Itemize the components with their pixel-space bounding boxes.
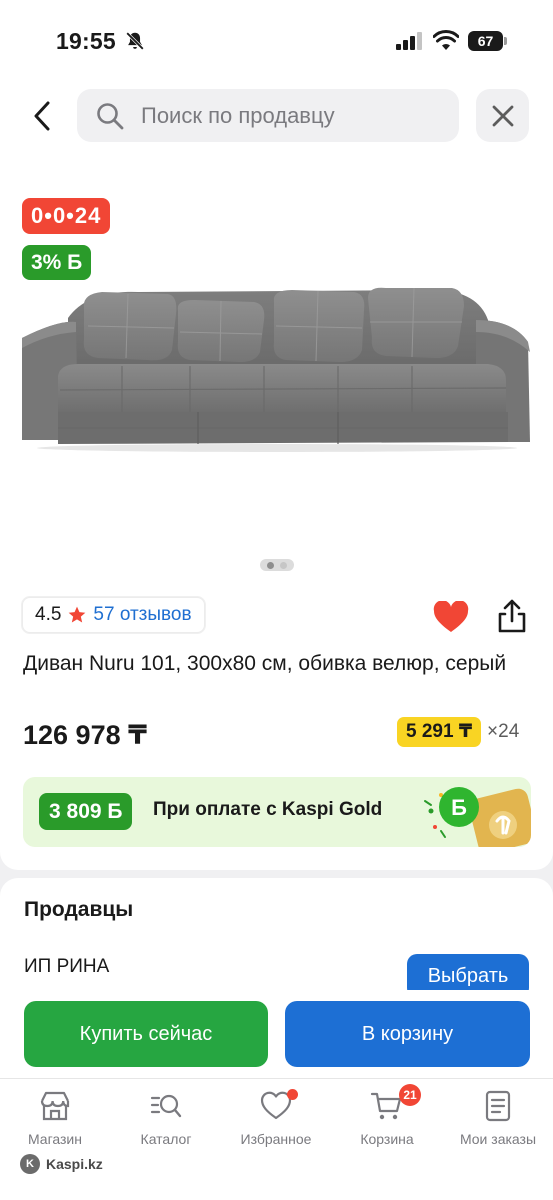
product-title: Диван Nuru 101, 300x80 см, обивка велюр,… [23,652,507,675]
product-image[interactable] [18,280,536,540]
cart-count-badge: 21 [399,1084,421,1106]
tab-catalog[interactable]: Каталог [111,1089,221,1159]
catalog-search-icon [150,1094,182,1118]
purchase-actions: Купить сейчас В корзину [0,990,553,1078]
rating-value: 4.5 [35,604,62,625]
reviews-link[interactable]: 57 отзывов [93,604,191,626]
countdown-timer-badge: 0•0•24 [22,198,111,234]
kaspi-watermark: K Kaspi.kz [20,1154,103,1174]
bell-muted-icon [126,32,144,50]
kaspi-gold-banner[interactable]: 3 809 Б При оплате с Kaspi Gold Б [23,777,531,847]
product-card: 0•0•24 3% Б [0,80,553,870]
tab-label: Корзина [360,1131,414,1147]
share-icon[interactable] [495,598,529,634]
tab-label: Мои заказы [459,1131,537,1147]
bottom-tab-bar: Магазин Каталог Избранное 21 Корзина Мои… [0,1078,553,1200]
watermark-text: Kaspi.kz [46,1156,103,1172]
tab-my-orders[interactable]: Мои заказы [443,1089,553,1159]
product-price: 126 978 ₸ [23,720,147,750]
kaspi-gold-card-icon: Б [424,787,531,847]
status-bar: 19:55 67 [0,0,553,80]
close-button[interactable] [476,89,529,142]
orders-icon [485,1090,511,1122]
installment-amount: 5 291 ₸ [397,717,482,747]
status-time: 19:55 [56,28,116,54]
search-icon [97,103,124,130]
seller-search[interactable] [77,89,459,142]
installment-months: ×24 [487,721,520,742]
search-input[interactable] [141,102,441,130]
sellers-title: Продавцы [24,898,134,921]
battery-cap [504,37,507,45]
kaspi-logo-icon: K [20,1154,40,1174]
tab-label: Магазин [27,1131,82,1147]
svg-text:Б: Б [451,795,467,820]
seller-name: ИП РИНА [24,956,110,977]
rating-reviews[interactable]: 4.5 57 отзывов [22,597,205,633]
star-icon [69,606,86,623]
bonus-percent-badge: 3% Б [22,245,92,280]
tab-label: Избранное [240,1131,312,1147]
store-icon [40,1091,70,1121]
battery-indicator: 67 [468,31,508,51]
installment-info[interactable]: 5 291 ₸ ×24 [397,717,519,747]
close-icon [492,105,513,126]
add-to-cart-button[interactable]: В корзину [285,1001,530,1067]
buy-now-button[interactable]: Купить сейчас [24,1001,268,1067]
cellular-signal-icon [396,32,422,50]
gold-banner-text: При оплате с Kaspi Gold [153,799,383,820]
wifi-icon [433,30,459,50]
favorite-heart-icon[interactable] [433,601,469,633]
image-pager[interactable] [260,559,294,571]
pager-dot-active [267,561,274,569]
back-button[interactable] [22,96,62,136]
tab-store[interactable]: Магазин [0,1089,110,1159]
tab-label: Каталог [140,1131,192,1147]
gold-bonus-badge: 3 809 Б [39,793,133,830]
favorites-notification-dot [287,1089,298,1100]
battery-level: 67 [468,31,503,51]
chevron-left-icon [34,101,50,131]
tab-favorites[interactable]: Избранное [221,1089,331,1159]
tab-cart[interactable]: 21 Корзина [332,1084,442,1159]
pager-dot [280,561,287,569]
